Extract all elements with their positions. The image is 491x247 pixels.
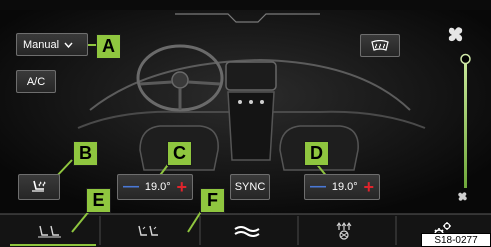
sync-label: SYNC (234, 181, 266, 193)
callout-e: E (86, 188, 111, 213)
windshield-defrost-button[interactable] (360, 34, 400, 57)
seat-ventilation-icon (138, 225, 158, 236)
fan-speed-slider[interactable] (452, 26, 478, 202)
callout-f: F (200, 188, 225, 213)
climate-mode-dropdown[interactable]: Manual (16, 33, 88, 56)
left-temperature-decrease-button[interactable]: — (123, 179, 139, 195)
right-temperature-increase-button[interactable]: + (363, 178, 374, 196)
reference-code: S18-0277 (421, 233, 491, 247)
windshield-defrost-icon (371, 39, 389, 51)
bottom-tab-bar (0, 214, 491, 247)
chevron-down-icon (64, 42, 73, 48)
callout-b: B (73, 141, 98, 166)
ac-label: A/C (26, 75, 46, 88)
right-temperature-control: — 19.0° + (304, 174, 380, 200)
heated-seats-icon (38, 225, 61, 237)
right-temperature-decrease-button[interactable]: — (310, 179, 326, 195)
climate-mode-label: Manual (23, 38, 60, 51)
callout-c: C (167, 141, 192, 166)
callout-d: D (304, 141, 329, 166)
air-distribution-icon (336, 221, 352, 240)
seat-climate-button[interactable] (18, 174, 60, 200)
air-flow-icon (234, 225, 260, 237)
right-temperature-value: 19.0° (331, 181, 358, 193)
tab-air-distribution[interactable] (296, 214, 394, 247)
climate-screen: Manual A/C — 19.0° + SYNC — 19.0° + A B … (0, 0, 491, 247)
left-temperature-control: — 19.0° + (117, 174, 193, 200)
ac-button[interactable]: A/C (16, 70, 56, 93)
callout-a: A (96, 34, 121, 59)
left-temperature-value: 19.0° (144, 181, 171, 193)
left-temperature-increase-button[interactable]: + (176, 178, 187, 196)
tab-seat-ventilation[interactable] (100, 214, 198, 247)
tab-heated-seats[interactable] (0, 214, 100, 247)
tab-air-flow[interactable] (198, 214, 296, 247)
seat-climate-icon (32, 180, 46, 192)
sync-button[interactable]: SYNC (230, 174, 270, 200)
